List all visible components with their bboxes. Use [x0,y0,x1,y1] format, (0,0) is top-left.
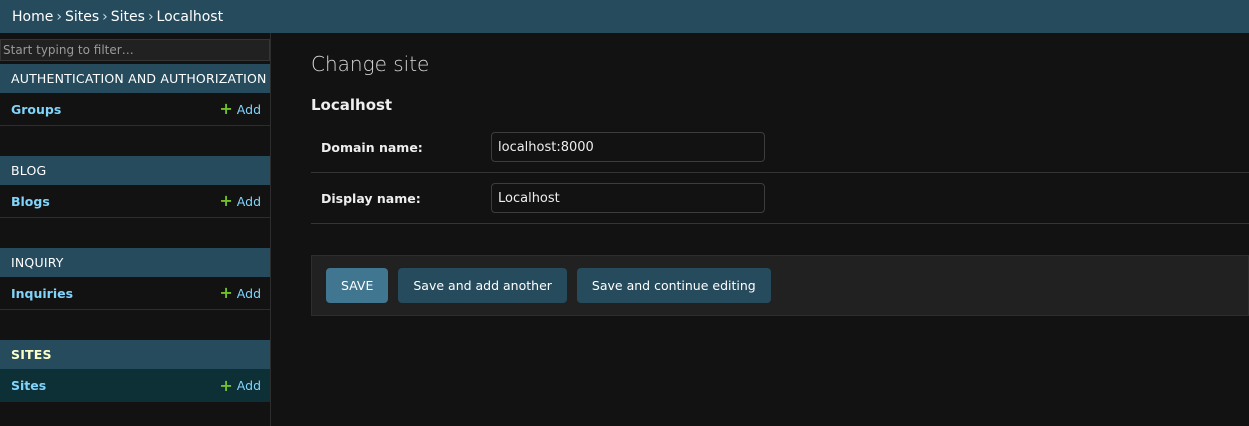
breadcrumb-separator: › [147,8,154,25]
model-link-inquiries[interactable]: Inquiries [11,286,73,301]
model-row-groups: Groups + Add [0,93,270,126]
breadcrumb-separator: › [102,8,108,25]
add-inquiries-link[interactable]: + Add [219,285,261,301]
breadcrumb-current: Localhost [156,8,224,25]
plus-icon: + [219,375,233,395]
add-label: Add [236,193,261,209]
add-groups-link[interactable]: + Add [219,101,261,117]
module-title: BLOG [11,163,47,178]
object-title: Localhost [311,96,393,114]
save-and-add-another-button[interactable]: Save and add another [398,268,567,303]
module-header-inquiry[interactable]: INQUIRY [0,248,270,277]
breadcrumb-separator: › [56,8,62,25]
module-header-blog[interactable]: BLOG [0,156,270,185]
domain-name-input[interactable] [491,132,765,162]
plus-icon: + [219,191,233,210]
add-label: Add [236,101,261,117]
model-row-inquiries: Inquiries + Add [0,277,270,310]
module-blog: BLOG Blogs + Add [0,156,270,218]
breadcrumb-home[interactable]: Home [12,9,53,25]
nav-sidebar: AUTHENTICATION AND AUTHORIZATION Groups … [0,33,271,426]
module-sites: SITES Sites + Add [0,340,270,402]
breadcrumb-sites-model[interactable]: Sites [111,9,145,25]
module-header-auth[interactable]: AUTHENTICATION AND AUTHORIZATION [0,64,270,93]
add-label: Add [236,285,261,301]
page-title: Change site [311,52,430,76]
save-button[interactable]: SAVE [326,268,389,303]
display-name-input[interactable] [491,183,765,213]
domain-name-label: Domain name: [321,139,423,155]
save-and-continue-button[interactable]: Save and continue editing [576,268,771,303]
model-row-sites: Sites + Add [0,369,270,402]
breadcrumb: Home › Sites › Sites › Localhost [0,0,1249,33]
display-name-label: Display name: [321,190,421,206]
add-label: Add [236,378,261,393]
model-link-sites[interactable]: Sites [11,378,46,393]
module-header-sites[interactable]: SITES [0,340,270,369]
module-title: AUTHENTICATION AND AUTHORIZATION [11,71,267,86]
module-inquiry: INQUIRY Inquiries + Add [0,248,270,310]
plus-icon: + [219,283,233,302]
model-link-groups[interactable]: Groups [11,102,61,117]
submit-row: SAVE Save and add another Save and conti… [311,255,1249,316]
model-row-blogs: Blogs + Add [0,185,270,218]
add-sites-link[interactable]: + Add [219,375,261,395]
add-blogs-link[interactable]: + Add [219,193,261,209]
breadcrumb-sites-app[interactable]: Sites [65,9,99,25]
form-row-display: Display name: [311,173,1249,224]
module-title: INQUIRY [11,255,64,270]
nav-filter-input[interactable] [0,39,270,61]
model-link-blogs[interactable]: Blogs [11,194,50,209]
plus-icon: + [219,99,233,118]
module-title: SITES [11,347,52,362]
module-auth: AUTHENTICATION AND AUTHORIZATION Groups … [0,64,270,126]
form-row-domain: Domain name: [311,122,1249,173]
